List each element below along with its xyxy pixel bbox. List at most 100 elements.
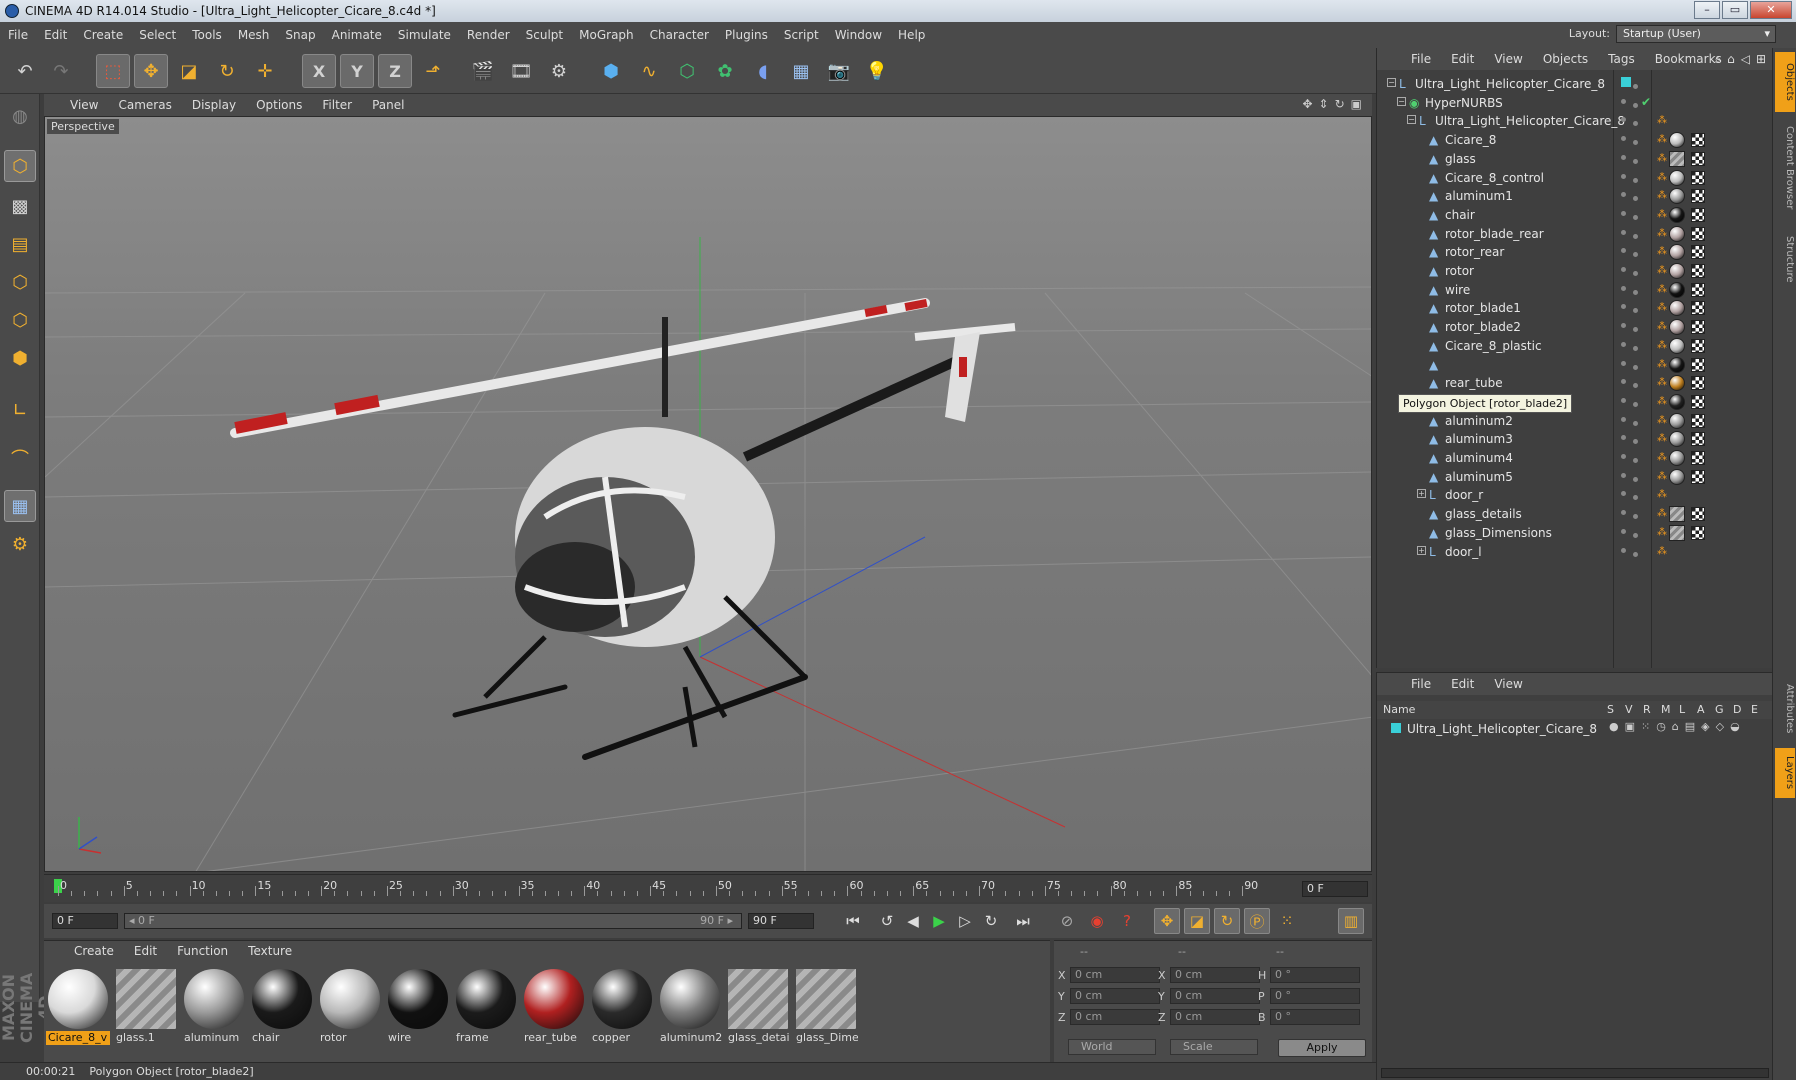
render-visibility-dot[interactable] xyxy=(1633,233,1638,239)
uvw-tag-icon[interactable] xyxy=(1691,207,1705,222)
expand-toggle-icon[interactable]: + xyxy=(1417,545,1426,555)
editor-visibility-dot[interactable] xyxy=(1621,229,1626,235)
material-tag-icon[interactable] xyxy=(1669,356,1685,373)
material-swatch[interactable]: aluminum xyxy=(182,967,246,1047)
phong-tag-icon[interactable]: ⁂ xyxy=(1657,377,1667,388)
render-visibility-dot[interactable] xyxy=(1633,327,1638,333)
objects-menu-tags[interactable]: Tags xyxy=(1598,52,1645,66)
objects-menu-view[interactable]: View xyxy=(1484,52,1532,66)
viewport-menu-view[interactable]: View xyxy=(60,98,108,112)
phong-tag-icon[interactable]: ⁂ xyxy=(1657,508,1667,519)
layer-row[interactable]: Ultra_Light_Helicopter_Cicare_8 ●▣⁙◷⌂▤◈◇… xyxy=(1377,719,1772,739)
menu-sculpt[interactable]: Sculpt xyxy=(518,28,571,42)
undo-icon[interactable]: ↶ xyxy=(8,54,42,88)
phong-tag-icon[interactable]: ⁂ xyxy=(1657,471,1667,482)
editor-visibility-dot[interactable] xyxy=(1621,154,1626,160)
uvw-tag-icon[interactable] xyxy=(1691,245,1705,260)
material-tag-icon[interactable] xyxy=(1669,450,1685,466)
phong-tag-icon[interactable]: ⁂ xyxy=(1657,452,1667,463)
model-mode-icon[interactable]: ⬡ xyxy=(4,150,36,182)
render-visibility-dot[interactable] xyxy=(1633,439,1638,445)
object-tree-row[interactable]: + Ldoor_l ⁂ xyxy=(1377,542,1773,563)
phong-tag-icon[interactable]: ⁂ xyxy=(1657,228,1667,239)
editor-visibility-dot[interactable] xyxy=(1621,416,1626,422)
move-icon[interactable]: ✥ xyxy=(134,54,168,88)
editor-visibility-dot[interactable] xyxy=(1621,248,1626,254)
material-tag-icon[interactable] xyxy=(1669,319,1685,336)
objects-menu-objects[interactable]: Objects xyxy=(1533,52,1598,66)
autokey-icon[interactable]: ◉ xyxy=(1084,908,1110,934)
next-frame-icon[interactable]: ▷ xyxy=(952,908,978,934)
expand-toggle-icon[interactable]: − xyxy=(1387,78,1396,87)
coord-value-field[interactable]: 0 cm xyxy=(1070,1009,1160,1025)
material-tag-icon[interactable] xyxy=(1669,188,1685,205)
material-tag-icon[interactable] xyxy=(1669,412,1685,429)
light-icon[interactable]: 💡 xyxy=(860,54,894,88)
go-to-start-icon[interactable]: ⏮ xyxy=(840,908,866,934)
timeline-ruler[interactable]: 0 F 0 5 10 15 20 25 30 35 40 45 50 55 60 65 70 75 80 85 90 xyxy=(44,874,1372,902)
material-tag-icon[interactable] xyxy=(1669,169,1685,186)
edit-render-settings-icon[interactable]: ⚙ xyxy=(542,54,576,88)
viewport-menu-filter[interactable]: Filter xyxy=(312,98,362,112)
editor-visibility-dot[interactable] xyxy=(1621,285,1626,291)
coord-value-field[interactable]: 0 ° xyxy=(1270,988,1360,1004)
material-swatch[interactable]: aluminum2 xyxy=(658,967,722,1047)
uvw-tag-icon[interactable] xyxy=(1691,264,1705,278)
menu-mesh[interactable]: Mesh xyxy=(230,28,278,42)
uvw-tag-icon[interactable] xyxy=(1691,320,1705,335)
coordinate-system-icon[interactable]: ⬏ xyxy=(416,54,450,88)
render-visibility-dot[interactable] xyxy=(1633,401,1638,407)
layers-menu-view[interactable]: View xyxy=(1484,677,1532,691)
record-keys-icon[interactable]: ⊘ xyxy=(1054,908,1080,934)
tweak-mode-icon[interactable]: ⌒ xyxy=(4,442,36,474)
render-visibility-dot[interactable] xyxy=(1633,383,1638,389)
layer-column-header[interactable]: V xyxy=(1625,703,1633,716)
menu-snap[interactable]: Snap xyxy=(277,28,323,42)
material-tag-icon[interactable] xyxy=(1669,281,1685,298)
material-tag-icon[interactable] xyxy=(1669,468,1685,485)
material-swatch[interactable]: copper xyxy=(590,967,654,1047)
editor-visibility-dot[interactable] xyxy=(1621,454,1626,459)
menu-simulate[interactable]: Simulate xyxy=(390,28,459,42)
editor-visibility-dot[interactable] xyxy=(1621,98,1626,104)
keyframe-selection-icon[interactable]: ? xyxy=(1114,908,1140,934)
uvw-tag-icon[interactable] xyxy=(1691,189,1705,204)
phong-tag-icon[interactable]: ⁂ xyxy=(1657,546,1667,557)
render-visibility-dot[interactable] xyxy=(1633,514,1638,520)
tab-layers[interactable]: Layers xyxy=(1775,748,1795,798)
objects-menu-file[interactable]: File xyxy=(1401,52,1441,66)
apply-button[interactable]: Apply xyxy=(1278,1039,1366,1057)
coord-value-field[interactable]: 0 cm xyxy=(1170,1009,1260,1025)
frame-range-slider[interactable]: ◂ 0 F 90 F ▸ xyxy=(124,913,742,929)
axis-mode-icon[interactable]: ∟ xyxy=(4,394,36,426)
uvw-tag-icon[interactable] xyxy=(1691,432,1705,447)
menu-tools[interactable]: Tools xyxy=(184,28,230,42)
workplane-mode-icon[interactable]: ▤ xyxy=(4,228,36,260)
render-visibility-dot[interactable] xyxy=(1633,289,1638,295)
play-icon[interactable]: ▶ xyxy=(926,908,952,934)
expand-toggle-icon[interactable]: − xyxy=(1407,115,1416,125)
uvw-tag-icon[interactable] xyxy=(1691,451,1705,465)
render-visibility-dot[interactable] xyxy=(1633,84,1638,89)
phong-tag-icon[interactable]: ⁂ xyxy=(1657,396,1667,407)
editor-visibility-dot[interactable] xyxy=(1621,547,1626,553)
layer-column-header[interactable]: Name xyxy=(1383,703,1415,716)
editor-visibility-dot[interactable] xyxy=(1621,267,1626,272)
uvw-tag-icon[interactable] xyxy=(1691,376,1705,391)
phong-tag-icon[interactable]: ⁂ xyxy=(1657,265,1667,276)
material-tag-icon[interactable] xyxy=(1669,150,1685,167)
render-visibility-dot[interactable] xyxy=(1633,158,1638,164)
material-tag-icon[interactable] xyxy=(1669,393,1685,410)
menu-file[interactable]: File xyxy=(0,28,36,42)
render-visibility-dot[interactable] xyxy=(1633,308,1638,314)
menu-character[interactable]: Character xyxy=(642,28,717,42)
helicopter-model[interactable] xyxy=(230,298,1016,760)
render-visibility-dot[interactable] xyxy=(1633,121,1638,127)
horizontal-scrollbar[interactable] xyxy=(1381,1068,1769,1078)
key-pla-icon[interactable]: ⁙ xyxy=(1274,908,1300,934)
add-icon[interactable]: ✛ xyxy=(248,54,282,88)
perspective-viewport[interactable]: Perspective xyxy=(44,116,1372,872)
scale-icon[interactable]: ◪ xyxy=(172,54,206,88)
nurbs-icon[interactable]: ⬡ xyxy=(670,54,704,88)
tab-attributes[interactable]: Attributes xyxy=(1775,674,1795,744)
